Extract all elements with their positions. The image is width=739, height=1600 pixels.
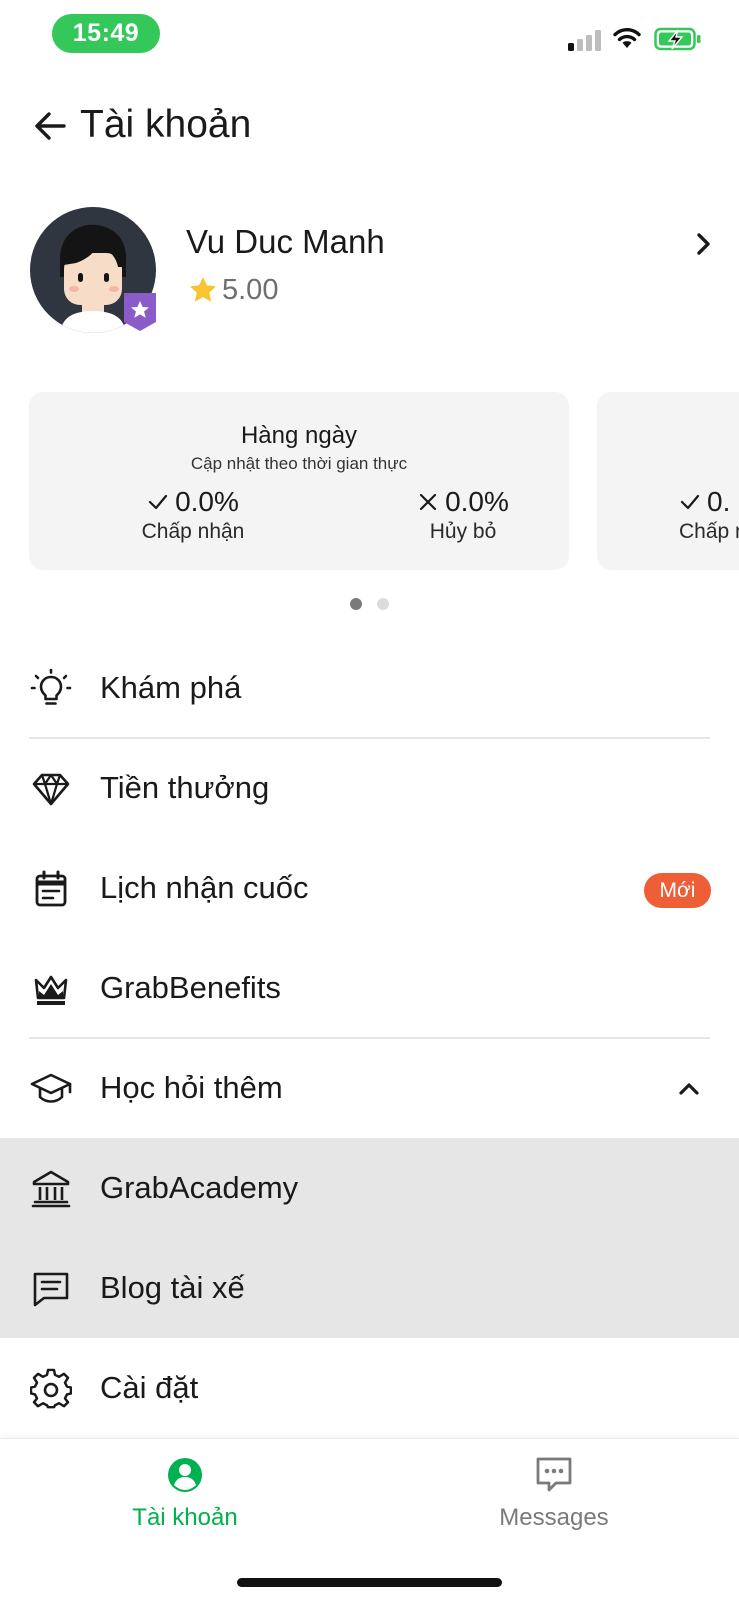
chevron-up-icon[interactable] xyxy=(676,1076,702,1102)
star-icon xyxy=(190,277,216,302)
header: Tài khoản xyxy=(0,100,739,160)
graduation-cap-icon xyxy=(30,1073,72,1103)
cancellation-label: Hủy bỏ xyxy=(429,520,497,543)
menu-item-label: GrabBenefits xyxy=(100,970,281,1005)
tab-account[interactable]: Tài khoản xyxy=(85,1455,285,1545)
wifi-icon xyxy=(613,27,641,48)
cancellation-rate: 0.0% xyxy=(445,486,509,517)
pagination-dot[interactable] xyxy=(377,598,389,610)
stats-card-daily[interactable]: Hàng ngày Cập nhật theo thời gian thực 0… xyxy=(29,392,569,570)
pagination-dot-active[interactable] xyxy=(350,598,362,610)
acceptance-label: Chấp n xyxy=(679,520,739,543)
page-title: Tài khoản xyxy=(80,103,252,146)
menu-item-tien-thuong[interactable]: Tiền thưởng xyxy=(0,740,739,838)
status-bar: 15:49 xyxy=(0,0,739,70)
menu-item-kham-pha[interactable]: Khám phá xyxy=(0,640,739,738)
menu-item-blog-tai-xe[interactable]: Blog tài xế xyxy=(0,1240,739,1338)
gear-icon xyxy=(30,1368,72,1409)
chat-bubble-icon xyxy=(536,1457,572,1492)
arrow-left-icon[interactable] xyxy=(30,106,70,146)
star-shield-icon xyxy=(124,293,156,331)
acceptance-stat: 0. Chấp n xyxy=(679,486,739,544)
cellular-signal-icon xyxy=(568,29,602,51)
menu-item-cai-dat[interactable]: Cài đặt xyxy=(0,1340,739,1438)
rating-value: 5.00 xyxy=(222,273,279,306)
bottom-nav: Tài khoản Messages xyxy=(0,1438,739,1600)
diamond-icon xyxy=(32,773,70,806)
academy-building-icon xyxy=(31,1170,71,1208)
stats-card-next[interactable]: 0. Chấp n xyxy=(597,392,739,570)
tab-label: Messages xyxy=(499,1504,609,1531)
menu-item-grabacademy[interactable]: GrabAcademy xyxy=(0,1140,739,1238)
rating: 5.00 xyxy=(188,273,278,307)
menu-item-label: Cài đặt xyxy=(100,1370,199,1405)
lightbulb-icon xyxy=(30,668,72,705)
status-time: 15:49 xyxy=(52,14,160,53)
account-icon xyxy=(168,1458,202,1492)
acceptance-rate: 0. xyxy=(707,486,731,517)
crown-icon xyxy=(34,975,68,1005)
message-lines-icon xyxy=(33,1272,69,1307)
user-name: Vu Duc Manh xyxy=(186,223,385,260)
acceptance-rate: 0.0% xyxy=(175,486,239,517)
menu-item-label: Tiền thưởng xyxy=(100,770,270,805)
stats-card-subtitle: Cập nhật theo thời gian thực xyxy=(190,454,408,473)
profile-row[interactable]: Vu Duc Manh 5.00 xyxy=(0,205,739,340)
x-icon xyxy=(419,493,437,511)
stats-card-title: Hàng ngày xyxy=(240,422,358,449)
carousel-pagination[interactable] xyxy=(0,598,739,610)
acceptance-stat: 0.0% Chấp nhận xyxy=(93,486,293,544)
check-icon xyxy=(680,494,700,510)
calendar-icon xyxy=(35,870,67,907)
cancellation-stat: 0.0% Hủy bỏ xyxy=(363,486,563,544)
tab-label: Tài khoản xyxy=(132,1504,238,1531)
acceptance-label: Chấp nhận xyxy=(141,520,245,543)
menu-item-grabbenefits[interactable]: GrabBenefits xyxy=(0,940,739,1038)
divider xyxy=(29,737,710,739)
menu-item-label: GrabAcademy xyxy=(100,1170,299,1205)
menu-item-label: Blog tài xế xyxy=(100,1270,245,1305)
menu-item-label: Học hỏi thêm xyxy=(100,1070,283,1105)
divider xyxy=(29,1037,710,1039)
menu-item-label: Khám phá xyxy=(100,670,242,705)
check-icon xyxy=(148,494,168,510)
chevron-right-icon[interactable] xyxy=(690,229,718,259)
menu-item-lich-nhan-cuoc[interactable]: Lịch nhận cuốc Mới xyxy=(0,840,739,938)
battery-charging-icon xyxy=(654,27,701,51)
tab-messages[interactable]: Messages xyxy=(454,1455,654,1545)
home-indicator[interactable] xyxy=(237,1578,502,1587)
menu-item-label: Lịch nhận cuốc xyxy=(100,870,309,905)
new-badge: Mới xyxy=(644,873,711,908)
menu-item-hoc-hoi-them[interactable]: Học hỏi thêm xyxy=(0,1040,739,1138)
